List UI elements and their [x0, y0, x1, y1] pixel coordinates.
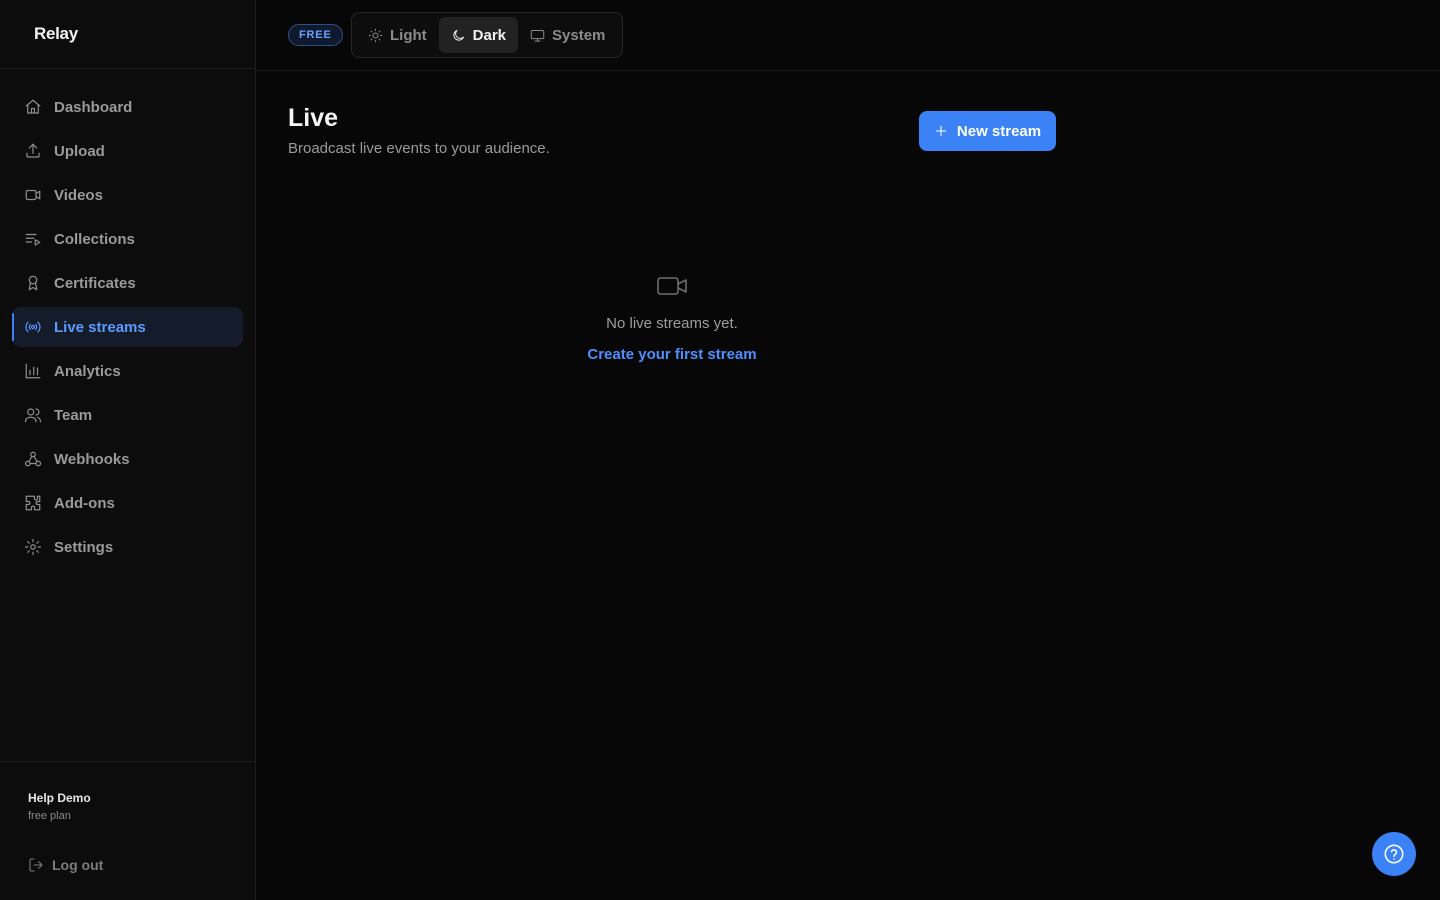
sidebar-item-label: Team — [54, 406, 93, 424]
brand: Relay — [0, 0, 255, 69]
sidebar-nav: Dashboard Upload Videos Collections Cert… — [12, 87, 243, 571]
video-icon — [656, 272, 688, 300]
empty-state: No live streams yet. Create your first s… — [572, 272, 772, 363]
sidebar-item-certificates[interactable]: Certificates — [12, 263, 243, 303]
users-icon — [24, 406, 42, 424]
home-icon — [24, 98, 42, 116]
sidebar-item-label: Dashboard — [54, 98, 133, 116]
help-button[interactable] — [1372, 832, 1416, 876]
webhook-icon — [24, 450, 42, 468]
sidebar-item-upload[interactable]: Upload — [12, 131, 243, 171]
user-name: Help Demo — [28, 791, 91, 805]
new-stream-button[interactable]: New stream — [919, 111, 1056, 151]
broadcast-icon — [24, 318, 42, 336]
sidebar-item-settings[interactable]: Settings — [12, 527, 243, 567]
logout-button[interactable]: Log out — [28, 857, 103, 873]
sidebar-item-analytics[interactable]: Analytics — [12, 351, 243, 391]
sidebar-item-label: Videos — [54, 186, 103, 204]
list-icon — [24, 230, 42, 248]
sidebar: Relay Dashboard Upload Videos Collection… — [0, 0, 256, 900]
gear-icon — [24, 538, 42, 556]
sidebar-item-label: Add-ons — [54, 494, 115, 512]
theme-option-system[interactable]: System — [518, 17, 617, 53]
puzzle-icon — [24, 494, 42, 512]
moon-icon — [453, 29, 464, 41]
theme-switcher: Light Dark System — [351, 12, 623, 58]
sidebar-item-label: Webhooks — [54, 450, 130, 468]
video-icon — [24, 186, 42, 204]
sidebar-item-collections[interactable]: Collections — [12, 219, 243, 259]
plan-badge: FREE — [288, 24, 343, 46]
sidebar-item-add-ons[interactable]: Add-ons — [12, 483, 243, 523]
empty-state-text: No live streams yet. — [606, 315, 738, 332]
sidebar-item-dashboard[interactable]: Dashboard — [12, 87, 243, 127]
logout-label: Log out — [52, 857, 104, 873]
plus-icon — [935, 125, 947, 137]
theme-option-light[interactable]: Light — [356, 17, 439, 53]
sidebar-item-label: Settings — [54, 538, 114, 556]
sidebar-item-label: Collections — [54, 230, 135, 248]
sidebar-item-label: Certificates — [54, 274, 136, 292]
sidebar-item-label: Analytics — [54, 362, 121, 380]
sidebar-item-webhooks[interactable]: Webhooks — [12, 439, 243, 479]
theme-option-label: Light — [390, 26, 427, 44]
help-circle-icon — [1384, 844, 1404, 864]
theme-option-label: Dark — [472, 26, 507, 44]
user-plan: free plan — [28, 810, 71, 822]
topbar: FREE Light Dark System — [256, 0, 1440, 71]
theme-option-dark[interactable]: Dark — [438, 17, 519, 53]
logout-icon — [29, 858, 43, 872]
page-subtitle: Broadcast live events to your audience. — [288, 140, 550, 157]
new-stream-label: New stream — [956, 122, 1042, 140]
app-root: Relay Dashboard Upload Videos Collection… — [0, 0, 1440, 900]
sun-icon — [368, 28, 383, 42]
sidebar-item-label: Live streams — [54, 318, 146, 336]
award-icon — [24, 274, 42, 292]
brand-logo[interactable]: Relay — [34, 24, 78, 44]
sidebar-item-videos[interactable]: Videos — [12, 175, 243, 215]
create-first-stream-link[interactable]: Create your first stream — [572, 346, 772, 363]
upload-icon — [24, 142, 42, 160]
sidebar-item-live-streams[interactable]: Live streams — [12, 307, 243, 347]
sidebar-item-team[interactable]: Team — [12, 395, 243, 435]
monitor-icon — [530, 29, 545, 42]
bar-chart-icon — [24, 362, 42, 380]
sidebar-item-label: Upload — [54, 142, 105, 160]
sidebar-footer: Help Demo free plan Log out — [0, 761, 255, 900]
page-title: Live — [288, 104, 339, 132]
theme-option-label: System — [552, 26, 606, 44]
